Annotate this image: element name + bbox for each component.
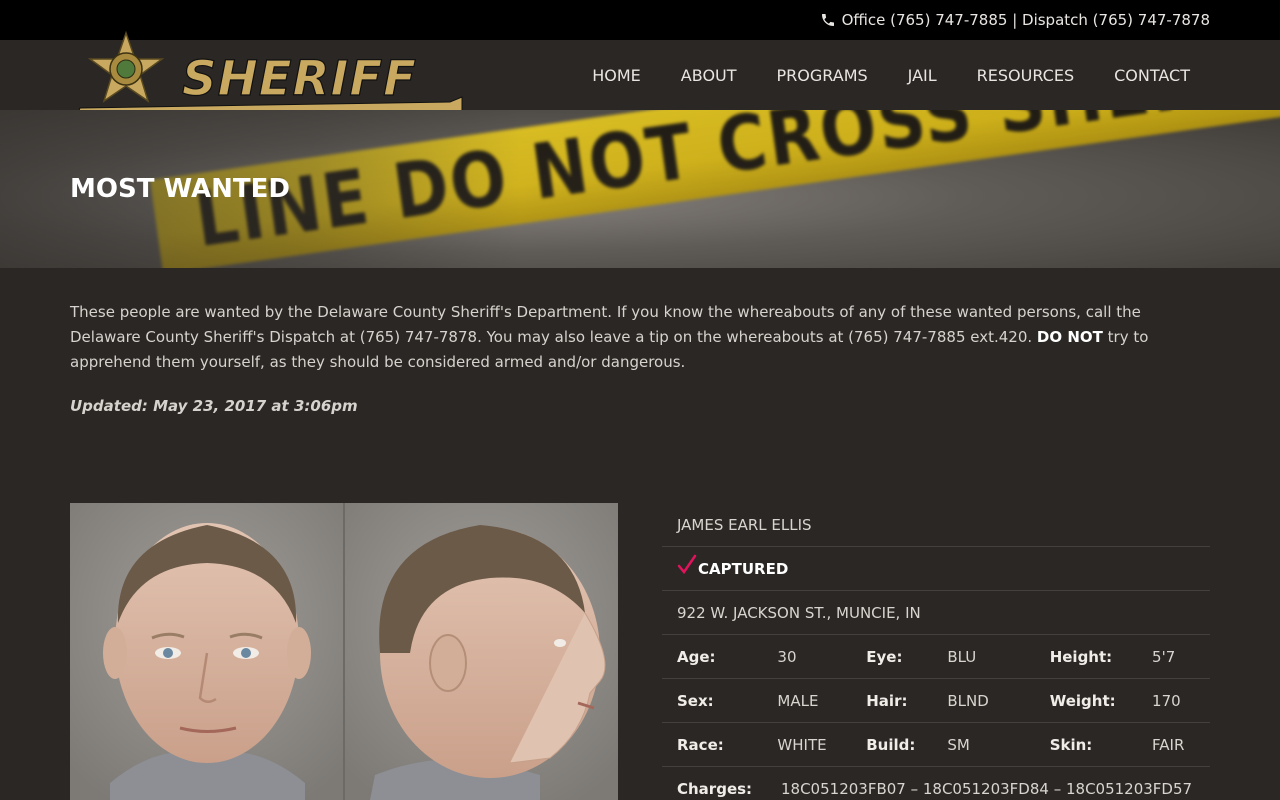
- phone-icon: [821, 14, 834, 26]
- mugshot-photo: [70, 503, 618, 800]
- nav-about[interactable]: ABOUT: [681, 66, 737, 85]
- build-label: Build:: [866, 735, 916, 754]
- eye-value: BLU: [947, 647, 977, 666]
- wanted-details: JAMES EARL ELLIS CAPTURED 922 W. JACKSON…: [662, 503, 1210, 800]
- charges-label: Charges:: [677, 779, 753, 798]
- age-label: Age:: [677, 647, 716, 666]
- updated-date: Updated: May 23, 2017 at 3:06pm: [70, 397, 358, 415]
- sheriff-logo[interactable]: SHERIFF: [70, 29, 466, 121]
- charges-row: Charges: 18C051203FB07 – 18C051203FD84 –…: [662, 767, 1210, 800]
- nav-contact[interactable]: CONTACT: [1114, 66, 1190, 85]
- checkmark-icon: [677, 554, 697, 574]
- intro-part-1: These people are wanted by the Delaware …: [70, 303, 1141, 346]
- skin-value: FAIR: [1152, 735, 1185, 754]
- intro-emphasis: DO NOT: [1036, 328, 1103, 346]
- logo-text: SHERIFF: [182, 51, 417, 107]
- hero-banner: LINE DO NOT CROSS SHERIFF LINE DO MOST W…: [0, 110, 1280, 268]
- race-value: WHITE: [777, 735, 827, 754]
- height-value: 5'7: [1152, 647, 1176, 666]
- sex-label: Sex:: [677, 691, 714, 710]
- hair-label: Hair:: [866, 691, 908, 710]
- nav-home[interactable]: HOME: [592, 66, 641, 85]
- detail-row: Race: WHITE Build: SM Skin: FAIR: [662, 723, 1210, 767]
- detail-row: Sex: MALE Hair: BLND Weight: 170: [662, 679, 1210, 723]
- sex-value: MALE: [777, 691, 819, 710]
- weight-value: 170: [1152, 691, 1181, 710]
- nav-jail[interactable]: JAIL: [908, 66, 937, 85]
- suspect-address: 922 W. JACKSON ST., MUNCIE, IN: [662, 591, 1210, 635]
- skin-label: Skin:: [1049, 735, 1093, 754]
- weight-label: Weight:: [1049, 691, 1116, 710]
- nav-programs[interactable]: PROGRAMS: [777, 66, 868, 85]
- intro-text: These people are wanted by the Delaware …: [70, 300, 1210, 375]
- status-text: CAPTURED: [698, 559, 789, 578]
- contact-info: Office (765) 747-7885 | Dispatch (765) 7…: [820, 11, 1210, 29]
- build-value: SM: [947, 735, 970, 754]
- hair-value: BLND: [947, 691, 989, 710]
- main-nav: HOME ABOUT PROGRAMS JAIL RESOURCES CONTA…: [592, 66, 1190, 85]
- contact-phone-text: Office (765) 747-7885 | Dispatch (765) 7…: [841, 11, 1210, 29]
- eye-label: Eye:: [866, 647, 903, 666]
- race-label: Race:: [677, 735, 724, 754]
- status-row: CAPTURED: [662, 547, 1210, 591]
- height-label: Height:: [1049, 647, 1113, 666]
- site-header: SHERIFF HOME ABOUT PROGRAMS JAIL RESOURC…: [0, 30, 1280, 114]
- nav-resources[interactable]: RESOURCES: [977, 66, 1074, 85]
- suspect-name: JAMES EARL ELLIS: [662, 503, 1210, 547]
- charges-value: 18C051203FB07 – 18C051203FD84 – 18C05120…: [781, 779, 1193, 798]
- detail-row: Age: 30 Eye: BLU Height: 5'7: [662, 635, 1210, 679]
- age-value: 30: [777, 647, 797, 666]
- page-title: MOST WANTED: [70, 174, 290, 204]
